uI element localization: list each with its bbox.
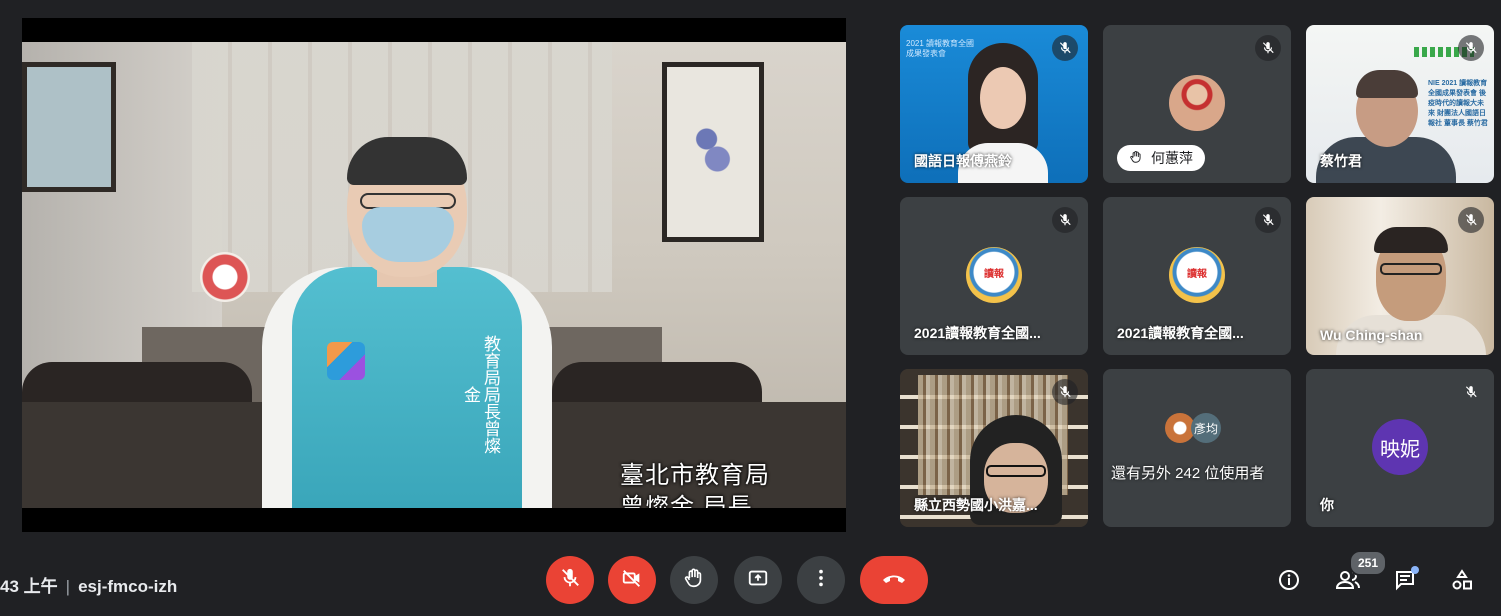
raised-hand-chip: 何蕙萍	[1117, 145, 1205, 171]
participant-tile[interactable]: NIE 2021 讀報教育全國成果發表會 後疫時代的讀報大未來 財團法人國語日報…	[1306, 25, 1494, 183]
chat-unread-dot	[1411, 566, 1419, 574]
self-avatar: 映妮	[1372, 419, 1428, 475]
meeting-info: 43 上午 | esj-fmco-izh	[0, 577, 178, 596]
meeting-code: esj-fmco-izh	[78, 577, 178, 596]
caption-line-1: 臺北市教育局	[620, 462, 770, 489]
mic-muted-icon	[1052, 35, 1078, 61]
participant-tile[interactable]: 2021 讀報教育全國成果發表會 國語日報傅燕鈴	[900, 25, 1088, 183]
participant-name: 國語日報傅燕鈴	[914, 153, 1012, 169]
raise-hand-button[interactable]	[670, 556, 718, 604]
participant-avatar	[1169, 247, 1225, 303]
meeting-details-button[interactable]	[1271, 564, 1307, 600]
caption-line-2: 曾燦金 局長	[620, 494, 753, 508]
chat-button[interactable]	[1387, 564, 1423, 600]
participant-name: 2021讀報教育全國...	[914, 325, 1041, 341]
mic-muted-icon	[1458, 35, 1484, 61]
participant-name: Wu Ching-shan	[1320, 327, 1423, 343]
participant-avatar	[1169, 75, 1225, 131]
vest-logo	[327, 342, 365, 380]
mic-muted-icon	[1255, 207, 1281, 233]
present-icon	[747, 567, 769, 594]
participant-name: 何蕙萍	[1151, 150, 1193, 166]
camera-toggle-button[interactable]	[608, 556, 656, 604]
mic-muted-icon	[1052, 207, 1078, 233]
more-options-button[interactable]	[797, 556, 845, 604]
wall-painting-left	[22, 62, 116, 192]
self-tile[interactable]: 映妮 你	[1306, 369, 1494, 527]
participant-tile[interactable]: 2021讀報教育全國...	[900, 197, 1088, 355]
mic-off-icon	[559, 567, 581, 594]
info-icon	[1277, 568, 1301, 597]
others-count-label: 還有另外 242 位使用者	[1111, 465, 1265, 482]
participant-name: 2021讀報教育全國...	[1117, 325, 1244, 341]
end-call-button[interactable]	[860, 556, 928, 604]
activities-icon	[1450, 568, 1474, 597]
participant-tile[interactable]: 何蕙萍	[1103, 25, 1291, 183]
participant-tile[interactable]: Wu Ching-shan	[1306, 197, 1494, 355]
present-screen-button[interactable]	[734, 556, 782, 604]
more-vert-icon	[810, 567, 832, 594]
raised-hand-icon	[1129, 150, 1143, 167]
wall-painting-right	[662, 62, 764, 242]
mic-toggle-button[interactable]	[546, 556, 594, 604]
activities-button[interactable]	[1444, 564, 1480, 600]
speaker-person: 教育局局長曾燦金	[262, 137, 552, 508]
bottom-control-bar: 43 上午 | esj-fmco-izh 251	[0, 550, 1501, 616]
self-name: 你	[1320, 497, 1334, 513]
raise-hand-icon	[683, 567, 705, 594]
mic-muted-icon	[1255, 35, 1281, 61]
decorative-plate	[200, 252, 250, 302]
participant-avatar-label: 彥均	[1191, 413, 1221, 443]
camera-off-icon	[621, 567, 643, 594]
speaker-caption: 臺北市教育局 曾燦金 局長	[620, 460, 770, 508]
participant-tile[interactable]: 2021讀報教育全國...	[1103, 197, 1291, 355]
participant-tile[interactable]: 縣立西勢國小洪嘉...	[900, 369, 1088, 527]
main-speaker-video[interactable]: 教育局局長曾燦金 臺北市教育局 曾燦金 局長	[22, 18, 846, 532]
participant-avatar	[966, 247, 1022, 303]
meeting-time: 43 上午	[0, 577, 58, 596]
others-tile[interactable]: 彥均 還有另外 242 位使用者	[1103, 369, 1291, 527]
mic-muted-icon	[1458, 207, 1484, 233]
mic-muted-icon	[1052, 379, 1078, 405]
speaker-background: 教育局局長曾燦金 臺北市教育局 曾燦金 局長	[22, 42, 846, 508]
tile-backdrop-text: NIE 2021 讀報教育全國成果發表會 後疫時代的讀報大未來 財團法人國語日報…	[1428, 80, 1488, 127]
vest-text: 教育局局長曾燦金	[460, 334, 500, 454]
mic-muted-icon	[1458, 379, 1484, 405]
participant-name: 蔡竹君	[1320, 153, 1362, 169]
participant-name: 縣立西勢國小洪嘉...	[914, 497, 1038, 513]
end-call-icon	[880, 567, 908, 594]
others-avatars: 彥均	[1165, 413, 1221, 443]
participant-count-badge: 251	[1349, 550, 1387, 576]
